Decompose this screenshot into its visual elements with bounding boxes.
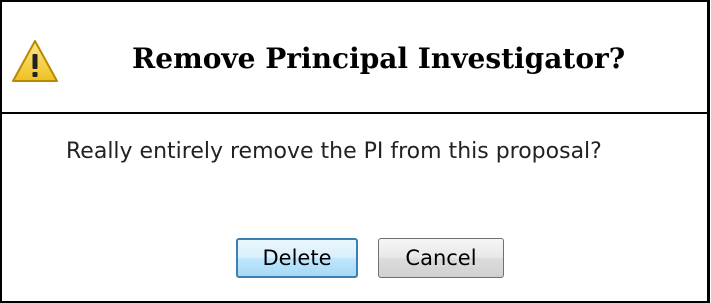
dialog-title: Remove Principal Investigator? bbox=[132, 42, 626, 75]
cancel-button[interactable]: Cancel bbox=[378, 238, 504, 278]
dialog-message: Really entirely remove the PI from this … bbox=[66, 139, 602, 164]
warning-icon bbox=[12, 40, 58, 82]
delete-button[interactable]: Delete bbox=[236, 238, 358, 278]
dialog-header: Remove Principal Investigator? bbox=[2, 2, 707, 114]
confirm-remove-pi-dialog: Remove Principal Investigator? Really en… bbox=[0, 0, 710, 303]
dialog-button-row: Delete Cancel bbox=[236, 238, 504, 278]
